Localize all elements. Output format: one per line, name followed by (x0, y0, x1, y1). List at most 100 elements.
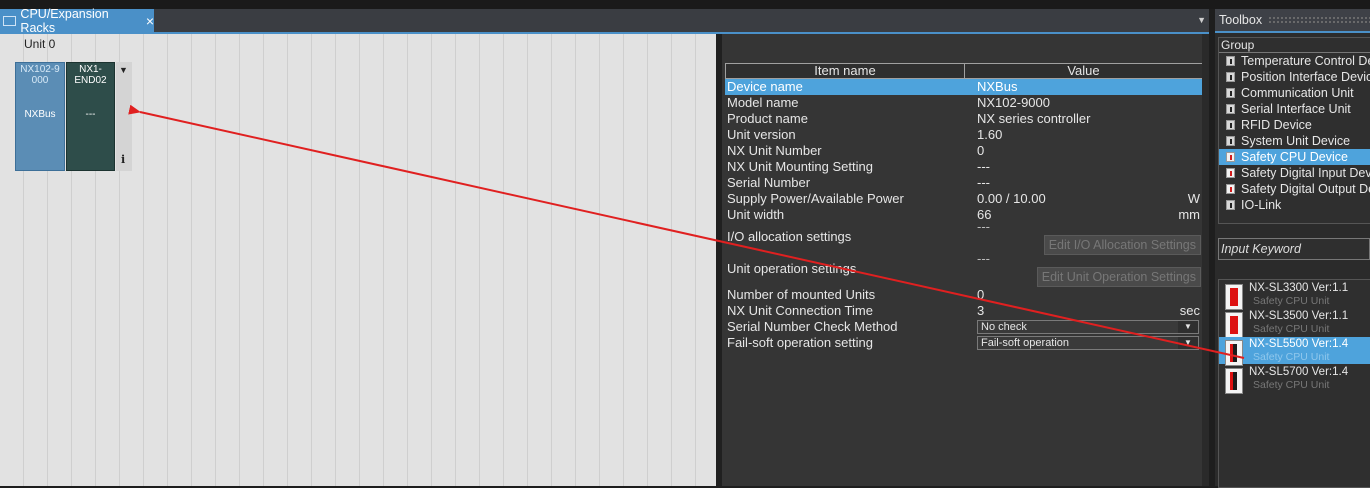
product-subtitle: Safety CPU Unit (1253, 323, 1330, 335)
row-key: Unit operation settings (727, 261, 857, 276)
row-value: --- (977, 159, 990, 174)
tab-dropdown-icon[interactable]: ▼ (1197, 15, 1206, 25)
properties-pane: Item name Value Device name NXBus Model … (722, 34, 1209, 486)
product-name: NX-SL3300 Ver:1.1 (1249, 282, 1349, 294)
rack-editor-pane: CPU/Expansion Racks × ▼ Unit 0 NX102-9 0… (0, 6, 1209, 486)
toolbox-underline (1215, 31, 1370, 33)
toolbox-titlebar: Toolbox (1215, 9, 1370, 31)
unit-model: NX102-9 000 (16, 64, 64, 86)
group-item[interactable]: Safety CPU Device (1219, 149, 1370, 165)
header-item-name: Item name (726, 64, 965, 78)
row-failsoft[interactable]: Fail-soft operation setting Fail-soft op… (725, 335, 1203, 351)
group-item[interactable]: Communication Unit (1219, 85, 1370, 101)
titlebar-grip[interactable] (1268, 16, 1370, 24)
safety-device-icon (1226, 184, 1235, 194)
chevron-down-icon[interactable]: ▼ (1178, 337, 1198, 349)
properties-scrollbar[interactable] (1202, 34, 1209, 486)
unit-model-line: NX102-9 (20, 64, 60, 75)
group-item[interactable]: Safety Digital Input Device (1219, 165, 1370, 181)
serial-check-select[interactable]: No check ▼ (977, 320, 1199, 334)
table-header: Item name Value (725, 63, 1203, 79)
rack-icon (3, 15, 17, 26)
row-key: Serial Number (727, 175, 811, 190)
toolbox-pane: Toolbox Group Temperature Control Device… (1215, 9, 1370, 488)
row-value: 1.60 (977, 127, 1003, 142)
edit-unit-operation-button[interactable]: Edit Unit Operation Settings (1036, 267, 1201, 287)
row-value: 0 (977, 287, 985, 302)
edit-io-allocation-button[interactable]: Edit I/O Allocation Settings (1043, 235, 1201, 255)
expand-arrow-icon[interactable]: ▼ (119, 65, 128, 75)
row-value: --- (977, 175, 990, 190)
row-serial-number[interactable]: Serial Number --- (725, 175, 1203, 191)
row-value: --- (977, 219, 990, 234)
select-value: No check (981, 321, 1027, 333)
product-item[interactable]: NX-SL5500 Ver:1.4 Safety CPU Unit (1219, 337, 1370, 366)
row-unit-version[interactable]: Unit version 1.60 (725, 127, 1203, 143)
group-item[interactable]: IO-Link (1219, 197, 1370, 213)
row-key: Supply Power/Available Power (727, 191, 904, 206)
row-key: Serial Number Check Method (727, 319, 898, 334)
group-item-label: Serial Interface Unit (1241, 102, 1351, 116)
unit-model-line: NX1- (79, 64, 102, 75)
row-mounted-units[interactable]: Number of mounted Units 0 (725, 287, 1203, 303)
failsoft-select[interactable]: Fail-soft operation ▼ (977, 336, 1199, 350)
unit-model: NX1- END02 (67, 64, 114, 86)
product-item[interactable]: NX-SL5700 Ver:1.4 Safety CPU Unit (1219, 365, 1370, 394)
product-name: NX-SL3500 Ver:1.1 (1249, 310, 1349, 322)
group-item[interactable]: Serial Interface Unit (1219, 101, 1370, 117)
row-connection-time[interactable]: NX Unit Connection Time 3 sec (725, 303, 1203, 319)
unit-nx102-9000[interactable]: NX102-9 000 NXBus (15, 62, 65, 171)
row-value: 3 (977, 303, 985, 318)
row-nx-unit-number[interactable]: NX Unit Number 0 (725, 143, 1203, 159)
row-unit-operation[interactable]: Unit operation settings --- Edit Unit Op… (725, 251, 1203, 287)
row-serial-check[interactable]: Serial Number Check Method No check ▼ (725, 319, 1203, 335)
row-key: I/O allocation settings (727, 229, 852, 244)
group-item-label: Safety Digital Input Device (1241, 166, 1370, 180)
group-item-label: RFID Device (1241, 118, 1312, 132)
group-item-label: Communication Unit (1241, 86, 1354, 100)
row-unit-width[interactable]: Unit width 66 mm (725, 207, 1203, 223)
row-value: NXBus (977, 79, 1018, 94)
row-io-allocation[interactable]: I/O allocation settings --- Edit I/O All… (725, 219, 1203, 255)
row-model-name[interactable]: Model name NX102-9000 (725, 95, 1203, 111)
unit-nx1-end02[interactable]: NX1- END02 --- (66, 62, 115, 171)
device-icon (1226, 72, 1235, 82)
group-item[interactable]: Position Interface Device (1219, 69, 1370, 85)
group-item[interactable]: System Unit Device (1219, 133, 1370, 149)
row-value: 0.00 / 10.00 (977, 191, 1046, 206)
device-icon (1226, 136, 1235, 146)
group-item[interactable]: Safety Digital Output Device (1219, 181, 1370, 197)
row-product-name[interactable]: Product name NX series controller (725, 111, 1203, 127)
product-item[interactable]: NX-SL3300 Ver:1.1 Safety CPU Unit (1219, 281, 1370, 310)
safety-cpu-unit-icon (1225, 340, 1243, 366)
keyword-search[interactable] (1218, 238, 1370, 260)
device-icon (1226, 56, 1235, 66)
unit-strip: ▼ i (116, 62, 132, 171)
product-item[interactable]: NX-SL3500 Ver:1.1 Safety CPU Unit (1219, 309, 1370, 338)
rack-canvas[interactable]: Unit 0 NX102-9 000 NXBus NX1- END02 --- … (0, 34, 716, 486)
product-subtitle: Safety CPU Unit (1253, 351, 1330, 363)
row-unit: sec (1179, 303, 1200, 318)
tab-title: CPU/Expansion Racks (20, 6, 109, 35)
group-item[interactable]: Temperature Control Device (1219, 53, 1370, 69)
row-supply-power[interactable]: Supply Power/Available Power 0.00 / 10.0… (725, 191, 1203, 207)
row-unit: mm (1178, 207, 1200, 222)
safety-cpu-unit-icon (1225, 368, 1243, 394)
properties-table: Item name Value Device name NXBus Model … (725, 63, 1203, 351)
group-item-label: System Unit Device (1241, 134, 1351, 148)
info-icon[interactable]: i (121, 153, 125, 166)
close-icon[interactable]: × (146, 13, 154, 29)
group-header: Group (1219, 38, 1370, 53)
chevron-down-icon[interactable]: ▼ (1178, 321, 1198, 333)
product-list: NX-SL3300 Ver:1.1 Safety CPU Unit NX-SL350… (1218, 279, 1370, 488)
row-value: --- (977, 251, 990, 266)
group-item[interactable]: RFID Device (1219, 117, 1370, 133)
row-mounting-setting[interactable]: NX Unit Mounting Setting --- (725, 159, 1203, 175)
product-name: NX-SL5500 Ver:1.4 (1249, 338, 1349, 350)
tab-cpu-expansion-racks[interactable]: CPU/Expansion Racks × (0, 6, 154, 35)
row-device-name[interactable]: Device name NXBus (725, 79, 1203, 95)
group-list: Group Temperature Control Device Position… (1218, 37, 1370, 224)
keyword-input[interactable] (1219, 239, 1363, 259)
toolbox-title: Toolbox (1219, 13, 1263, 27)
device-icon (1226, 88, 1235, 98)
